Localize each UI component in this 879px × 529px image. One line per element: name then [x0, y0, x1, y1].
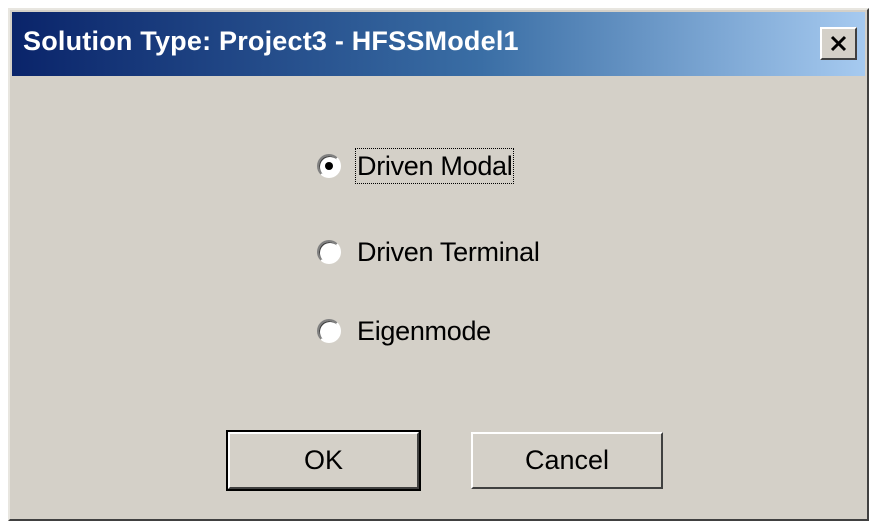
radio-button-eigenmode[interactable] — [317, 319, 341, 343]
radio-label-driven-terminal[interactable]: Driven Terminal — [357, 236, 540, 268]
title-bar[interactable]: Solution Type: Project3 - HFSSModel1 — [12, 12, 865, 76]
radio-button-driven-terminal[interactable] — [317, 240, 341, 264]
radio-label-eigenmode[interactable]: Eigenmode — [357, 315, 491, 347]
close-button[interactable] — [820, 27, 857, 60]
ok-button[interactable]: OK — [226, 430, 421, 491]
solution-type-dialog: Solution Type: Project3 - HFSSModel1 Dri… — [8, 8, 869, 521]
cancel-button[interactable]: Cancel — [471, 432, 663, 489]
close-icon — [830, 35, 847, 52]
radio-option-driven-modal[interactable]: Driven Modal — [317, 148, 617, 190]
window-title: Solution Type: Project3 - HFSSModel1 — [23, 26, 519, 56]
radio-label-driven-modal[interactable]: Driven Modal — [354, 148, 515, 184]
radio-button-driven-modal[interactable] — [317, 154, 341, 178]
radio-option-eigenmode[interactable]: Eigenmode — [317, 315, 617, 355]
radio-option-driven-terminal[interactable]: Driven Terminal — [317, 236, 617, 276]
radio-selected-dot — [325, 162, 333, 170]
